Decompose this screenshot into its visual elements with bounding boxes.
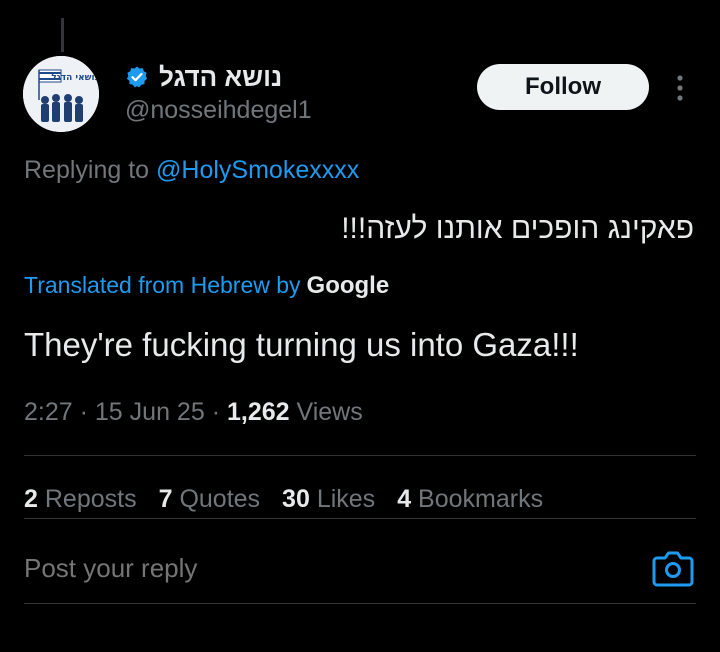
likes-count: 30 bbox=[282, 485, 310, 513]
tweet-translation: They're fucking turning us into Gaza!!! bbox=[24, 326, 579, 363]
verified-badge-icon bbox=[126, 66, 148, 88]
views-label: Views bbox=[296, 398, 363, 426]
bookmarks-stat[interactable]: 4 Bookmarks bbox=[397, 485, 543, 514]
likes-stat[interactable]: 30 Likes bbox=[282, 485, 375, 514]
quotes-count: 7 bbox=[158, 485, 173, 513]
avatar-logo-text: נושאי הדגל bbox=[51, 73, 98, 83]
likes-label: Likes bbox=[316, 485, 376, 513]
divider bbox=[24, 455, 696, 456]
author-display-name: נושא הדגל bbox=[159, 61, 283, 92]
tweet-date[interactable]: 15 Jun 25 bbox=[95, 398, 205, 426]
meta-separator: · bbox=[79, 398, 95, 426]
avatar-image: נושאי הדגל bbox=[23, 56, 99, 132]
reposts-count: 2 bbox=[24, 485, 38, 513]
views-count: 1,262 bbox=[226, 398, 290, 426]
quotes-label: Quotes bbox=[179, 485, 261, 513]
replying-prefix: Replying to bbox=[24, 156, 150, 184]
more-options-icon[interactable] bbox=[670, 72, 690, 104]
translated-prefix: Translated from Hebrew by bbox=[24, 272, 301, 298]
meta-separator: · bbox=[211, 398, 227, 426]
tweet-meta: 2:27 · 15 Jun 25 · 1,262 Views bbox=[24, 398, 363, 427]
camera-icon[interactable] bbox=[652, 548, 694, 588]
quotes-stat[interactable]: 7 Quotes bbox=[159, 485, 260, 514]
bookmarks-label: Bookmarks bbox=[418, 485, 544, 513]
divider bbox=[24, 518, 696, 519]
author-name-row[interactable]: נושא הדגל bbox=[125, 62, 282, 92]
translation-attribution[interactable]: Translated from Hebrew by Google bbox=[24, 272, 389, 300]
replying-mention-link[interactable]: @HolySmokexxxx bbox=[156, 156, 359, 184]
reply-input[interactable] bbox=[24, 553, 624, 584]
divider bbox=[24, 603, 696, 604]
avatar[interactable]: נושאי הדגל bbox=[23, 56, 99, 132]
engagement-stats: 2 Reposts 7 Quotes 30 Likes 4 Bookmarks bbox=[24, 485, 543, 514]
reposts-label: Reposts bbox=[44, 485, 137, 513]
tweet-original-text: פאקינג הופכים אותנו לעזה!!! bbox=[341, 212, 694, 245]
thread-line bbox=[61, 18, 64, 52]
author-handle[interactable]: @nosseihdegel1 bbox=[125, 96, 312, 125]
bookmarks-count: 4 bbox=[397, 485, 412, 513]
reposts-stat[interactable]: 2 Reposts bbox=[24, 485, 137, 514]
google-logo: Google bbox=[306, 272, 390, 299]
tweet-time[interactable]: 2:27 bbox=[24, 398, 73, 426]
follow-button[interactable]: Follow bbox=[477, 64, 649, 110]
replying-to: Replying to @HolySmokexxxx bbox=[24, 156, 359, 185]
